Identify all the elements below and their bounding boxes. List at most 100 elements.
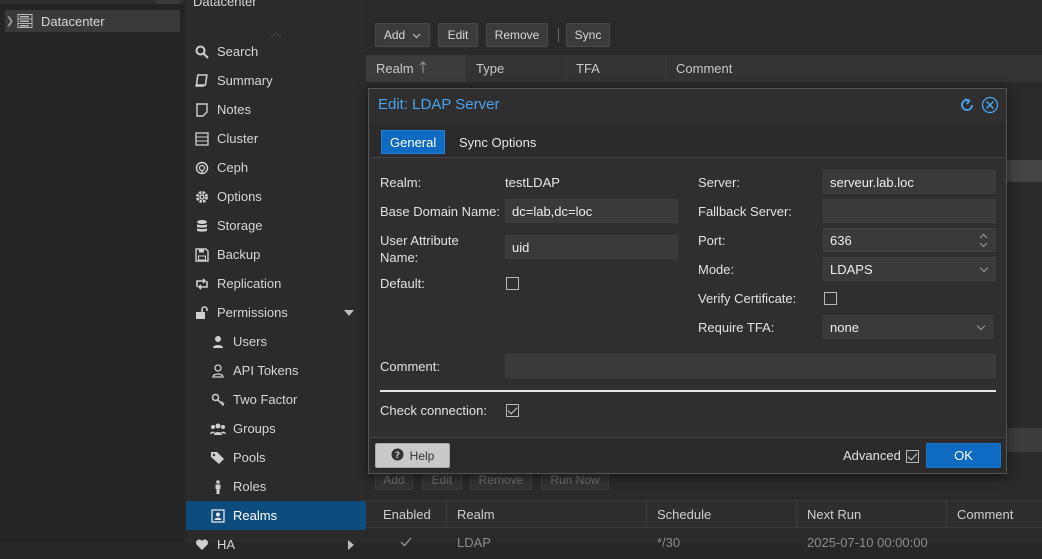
note-icon — [194, 102, 210, 118]
nav-item-ha[interactable]: HA — [186, 530, 366, 559]
mode-value: LDAPS — [830, 261, 873, 277]
nav-label: HA — [217, 537, 236, 552]
nav-item-roles[interactable]: Roles — [186, 472, 366, 501]
collapse-caret-icon[interactable] — [344, 310, 354, 316]
button-label: Help — [409, 448, 435, 463]
nav-label: Realms — [233, 508, 278, 523]
resource-tree — [0, 0, 184, 543]
user-attr-field[interactable]: uid — [505, 235, 678, 259]
comment-label: Comment: — [380, 359, 440, 374]
retweet-icon — [194, 276, 210, 292]
default-checkbox[interactable] — [506, 277, 519, 290]
check-connection-checkbox[interactable] — [506, 404, 519, 417]
nav-label: Notes — [217, 102, 251, 117]
nav-label: Roles — [233, 479, 267, 494]
ok-button[interactable]: OK — [926, 443, 1001, 468]
nav-label: API Tokens — [233, 363, 299, 378]
col-header-enabled[interactable]: Enabled — [373, 500, 447, 528]
person-icon — [210, 479, 226, 495]
database-icon — [194, 218, 210, 234]
advanced-checkbox[interactable] — [906, 450, 919, 463]
key-icon — [210, 392, 226, 408]
sort-ascending-icon — [419, 61, 427, 76]
nav-label: Two Factor — [233, 392, 298, 407]
nav-item-backup[interactable]: Backup — [186, 240, 366, 269]
scroll-up-icon[interactable] — [270, 26, 282, 38]
nav-label: Ceph — [217, 160, 249, 175]
nav-label: Backup — [217, 247, 261, 262]
tfa-value: none — [830, 319, 859, 335]
nav-item-groups[interactable]: Groups — [186, 414, 366, 443]
table-row-selected[interactable] — [1006, 160, 1042, 182]
port-value: 636 — [830, 232, 852, 248]
nav-label: Users — [233, 334, 267, 349]
nav-item-replication[interactable]: Replication — [186, 269, 366, 298]
col-header-comment2[interactable]: Comment — [947, 500, 1042, 528]
col-header-comment[interactable]: Comment — [666, 55, 1042, 82]
chevron-down-icon — [976, 321, 986, 331]
base-dn-field[interactable]: dc=lab,dc=loc — [505, 199, 678, 223]
nav-item-notes[interactable]: Notes — [186, 95, 366, 124]
nav-item-two-factor[interactable]: Two Factor — [186, 385, 366, 414]
tab-general[interactable]: General — [381, 130, 446, 154]
add-button[interactable]: Add — [375, 23, 430, 47]
nav-item-users[interactable]: Users — [186, 327, 366, 356]
panel-header — [1006, 428, 1042, 452]
mode-select[interactable]: LDAPS — [823, 257, 996, 281]
user-icon — [210, 334, 226, 350]
ceph-icon — [194, 160, 210, 176]
nav-label: Summary — [217, 73, 273, 88]
remove-button[interactable]: Remove — [486, 23, 548, 47]
tree-node-datacenter[interactable]: ❯ Datacenter — [5, 10, 180, 32]
nav-item-storage[interactable]: Storage — [186, 211, 366, 240]
sync-button[interactable]: Sync — [566, 23, 610, 47]
comment-field[interactable] — [505, 354, 996, 378]
question-circle-icon: ? — [391, 448, 404, 464]
mode-label: Mode: — [698, 262, 735, 277]
nav-item-cluster[interactable]: Cluster — [186, 124, 366, 153]
fallback-server-field[interactable] — [823, 199, 996, 223]
tree-toolbar-button[interactable] — [156, 0, 180, 4]
base-dn-label: Base Domain Name: — [380, 204, 500, 219]
tab-sync-options[interactable]: Sync Options — [451, 130, 544, 154]
nav-label: Cluster — [217, 131, 259, 146]
nav-item-realms[interactable]: Realms — [186, 501, 366, 530]
port-stepper[interactable]: 636 — [823, 228, 996, 252]
col-header-type[interactable]: Type — [466, 55, 566, 82]
nav-label: Permissions — [217, 305, 288, 320]
nav-item-pools[interactable]: Pools — [186, 443, 366, 472]
gear-icon — [194, 189, 210, 205]
users-icon — [210, 421, 226, 437]
nav-item-ceph[interactable]: Ceph — [186, 153, 366, 182]
advanced-label: Advanced — [843, 448, 901, 463]
nav-item-summary[interactable]: Summary — [186, 66, 366, 95]
verify-cert-checkbox[interactable] — [824, 292, 837, 305]
col-header-realm2[interactable]: Realm — [447, 500, 647, 528]
server-label: Server: — [698, 175, 740, 190]
nav-label: Pools — [233, 450, 266, 465]
col-header-next-run[interactable]: Next Run — [797, 500, 947, 528]
reset-icon[interactable] — [959, 97, 975, 116]
col-header-realm[interactable]: Realm — [366, 55, 466, 82]
server-rack-icon — [17, 14, 33, 28]
dialog-title: Edit: LDAP Server — [378, 96, 500, 113]
nav-item-permissions[interactable]: Permissions — [186, 298, 366, 327]
verify-cert-label: Verify Certificate: — [698, 291, 797, 306]
button-label: Add — [383, 28, 406, 42]
help-button[interactable]: ? Help — [375, 443, 450, 468]
chevron-right-icon[interactable]: ❯ — [5, 16, 15, 27]
spinner-icon[interactable] — [979, 233, 988, 251]
nav-item-search[interactable]: Search — [186, 37, 366, 66]
server-field[interactable]: serveur.lab.loc — [823, 170, 996, 194]
expand-caret-icon[interactable] — [348, 540, 354, 550]
close-icon[interactable] — [981, 96, 999, 117]
col-header-tfa[interactable]: TFA — [566, 55, 666, 82]
require-tfa-select[interactable]: none — [823, 315, 993, 339]
book-icon — [194, 73, 210, 89]
section-divider — [380, 390, 996, 392]
nav-item-api-tokens[interactable]: API Tokens — [186, 356, 366, 385]
edit-button[interactable]: Edit — [438, 23, 478, 47]
col-header-schedule[interactable]: Schedule — [647, 500, 797, 528]
nav-item-options[interactable]: Options — [186, 182, 366, 211]
check-connection-label: Check connection: — [380, 403, 487, 418]
